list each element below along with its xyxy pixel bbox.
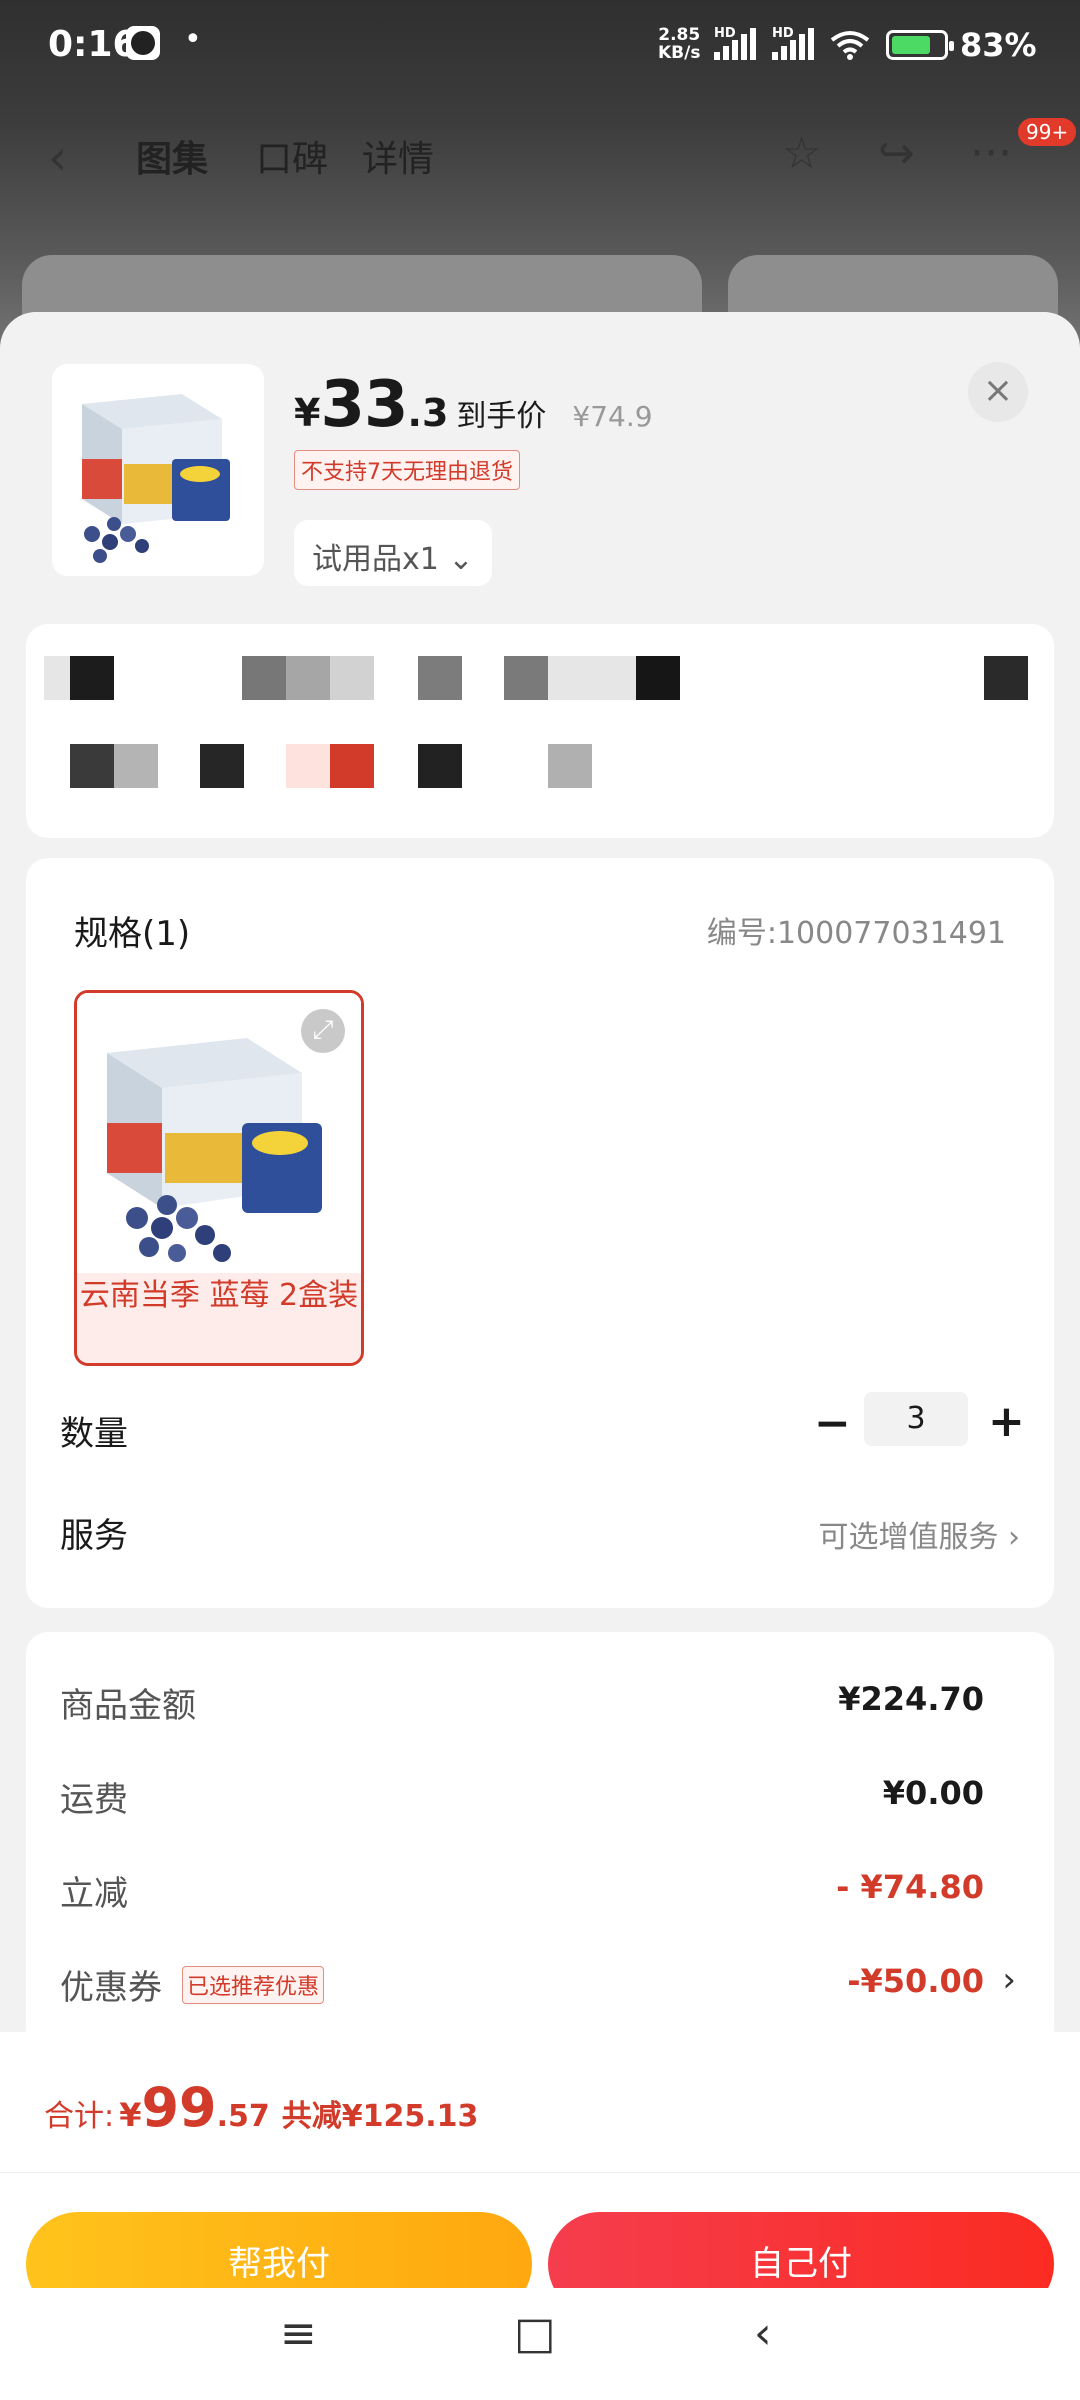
shipping-value: ¥0.00: [882, 1774, 984, 1812]
tab-gallery[interactable]: 图集: [136, 130, 208, 182]
clock-app-icon: [126, 26, 160, 60]
redacted-block: [548, 656, 636, 700]
shipping-label: 运费: [60, 1780, 128, 1820]
total-saved: 共减¥125.13: [281, 2099, 479, 2134]
address-card-redacted[interactable]: [26, 624, 1054, 838]
top-navigation: ‹ 图集 口碑 详情 ☆ ↪ ··· 99+: [0, 110, 1080, 200]
chevron-right-icon[interactable]: ›: [1002, 1960, 1016, 2000]
notification-dot: •: [184, 22, 202, 57]
battery-icon: [886, 30, 954, 60]
back-nav-icon[interactable]: ‹: [754, 2308, 772, 2359]
quantity-minus-button[interactable]: −: [814, 1398, 851, 1449]
instant-discount-value: - ¥74.80: [836, 1868, 984, 1906]
back-icon[interactable]: ‹: [48, 130, 67, 186]
redacted-block: [548, 744, 592, 788]
service-label: 服务: [60, 1516, 128, 1556]
spec-card: 规格(1) 编号:100077031491 ⤢ 云南当季 蓝莓 2盒装 数量 −: [26, 858, 1054, 1608]
tab-reviews[interactable]: 口碑: [256, 130, 328, 182]
system-nav-bar: ≡ □ ‹: [0, 2288, 1080, 2400]
blueberry-box-image: [52, 364, 264, 576]
no-return-tag: 不支持7天无理由退货: [294, 450, 520, 490]
spec-option-label: 云南当季 蓝莓 2盒装: [77, 1273, 361, 1363]
redacted-block: [44, 656, 70, 700]
share-icon[interactable]: ↪: [878, 128, 915, 179]
redacted-block: [984, 656, 1028, 700]
redacted-block: [418, 656, 462, 700]
redacted-block: [200, 744, 244, 788]
total-currency: ¥: [119, 2096, 142, 2134]
price-decimal: .3: [407, 391, 449, 435]
status-time: 0:16: [48, 24, 138, 65]
value-added-service-link[interactable]: 可选增值服务 ›: [818, 1512, 1020, 1556]
price-label: 到手价: [456, 399, 547, 434]
tab-details[interactable]: 详情: [362, 130, 434, 182]
goods-amount-label: 商品金额: [60, 1686, 196, 1726]
spec-title: 规格(1): [74, 914, 191, 954]
battery-percent: 83%: [960, 26, 1037, 64]
goods-amount-row: 商品金额 ¥224.70: [26, 1678, 1054, 1738]
coupon-value: -¥50.00: [847, 1962, 984, 2000]
redacted-block: [286, 656, 330, 700]
order-total: 合计: ¥99.57 共减¥125.13: [44, 2076, 478, 2139]
coupon-recommend-tag: 已选推荐优惠: [182, 1966, 325, 2004]
product-header: ¥33.3 到手价 ¥74.9 不支持7天无理由退货 试用品x1 ⌄ ×: [0, 312, 1080, 612]
sku-selector[interactable]: 试用品x1 ⌄: [294, 520, 492, 586]
purchase-sheet: ¥33.3 到手价 ¥74.9 不支持7天无理由退货 试用品x1 ⌄ × 规格(1)…: [0, 312, 1080, 2400]
redacted-block: [418, 744, 462, 788]
redacted-block: [70, 656, 114, 700]
original-price: ¥74.9: [572, 400, 653, 433]
recent-apps-icon[interactable]: ≡: [280, 2308, 317, 2359]
goods-amount-value: ¥224.70: [838, 1680, 984, 1718]
expand-icon[interactable]: ⤢: [301, 1009, 345, 1053]
redacted-block: [70, 744, 114, 788]
home-icon[interactable]: □: [514, 2308, 556, 2359]
redacted-block: [636, 656, 680, 700]
status-bar: 0:16 • 2.85 KB/s HD HD 83%: [0, 0, 1080, 96]
total-decimal: .57: [216, 2099, 270, 2134]
coupon-row[interactable]: 优惠券 已选推荐优惠 -¥50.00 ›: [26, 1960, 1054, 2020]
network-speed: 2.85 KB/s: [658, 26, 700, 62]
redacted-block: [330, 656, 374, 700]
signal-icon-2: [772, 28, 816, 60]
close-icon[interactable]: ×: [968, 362, 1028, 422]
product-number: 编号:100077031491: [706, 916, 1006, 951]
redacted-block: [504, 656, 548, 700]
product-thumbnail: [52, 364, 264, 576]
quantity-input[interactable]: 3: [864, 1392, 968, 1446]
spec-option-selected[interactable]: ⤢ 云南当季 蓝莓 2盒装: [74, 990, 364, 1366]
price-integer: 33: [320, 368, 408, 442]
quantity-plus-button[interactable]: +: [988, 1396, 1025, 1447]
wifi-icon: [830, 31, 870, 60]
redacted-block: [330, 744, 374, 788]
instant-discount-label: 立减: [60, 1874, 128, 1914]
star-icon[interactable]: ☆: [782, 128, 821, 179]
divider: [0, 2172, 1080, 2173]
total-label: 合计:: [44, 2099, 115, 2134]
price-currency: ¥: [294, 391, 321, 435]
message-badge: 99+: [1018, 118, 1077, 146]
shipping-row: 运费 ¥0.00: [26, 1772, 1054, 1832]
instant-discount-row: 立减 - ¥74.80: [26, 1866, 1054, 1926]
quantity-label: 数量: [60, 1414, 128, 1454]
coupon-label: 优惠券: [60, 1968, 162, 2008]
net-speed-unit: KB/s: [658, 43, 701, 63]
signal-icon-1: [714, 28, 758, 60]
product-price: ¥33.3 到手价 ¥74.9: [294, 368, 653, 442]
redacted-block: [114, 744, 158, 788]
redacted-block: [242, 656, 286, 700]
price-detail-card: 商品金额 ¥224.70 运费 ¥0.00 立减 - ¥74.80 优惠券 已选…: [26, 1632, 1054, 2052]
redacted-block: [286, 744, 330, 788]
net-speed-value: 2.85: [658, 25, 701, 45]
total-integer: 99: [141, 2076, 217, 2139]
more-icon[interactable]: ···: [970, 128, 1012, 179]
